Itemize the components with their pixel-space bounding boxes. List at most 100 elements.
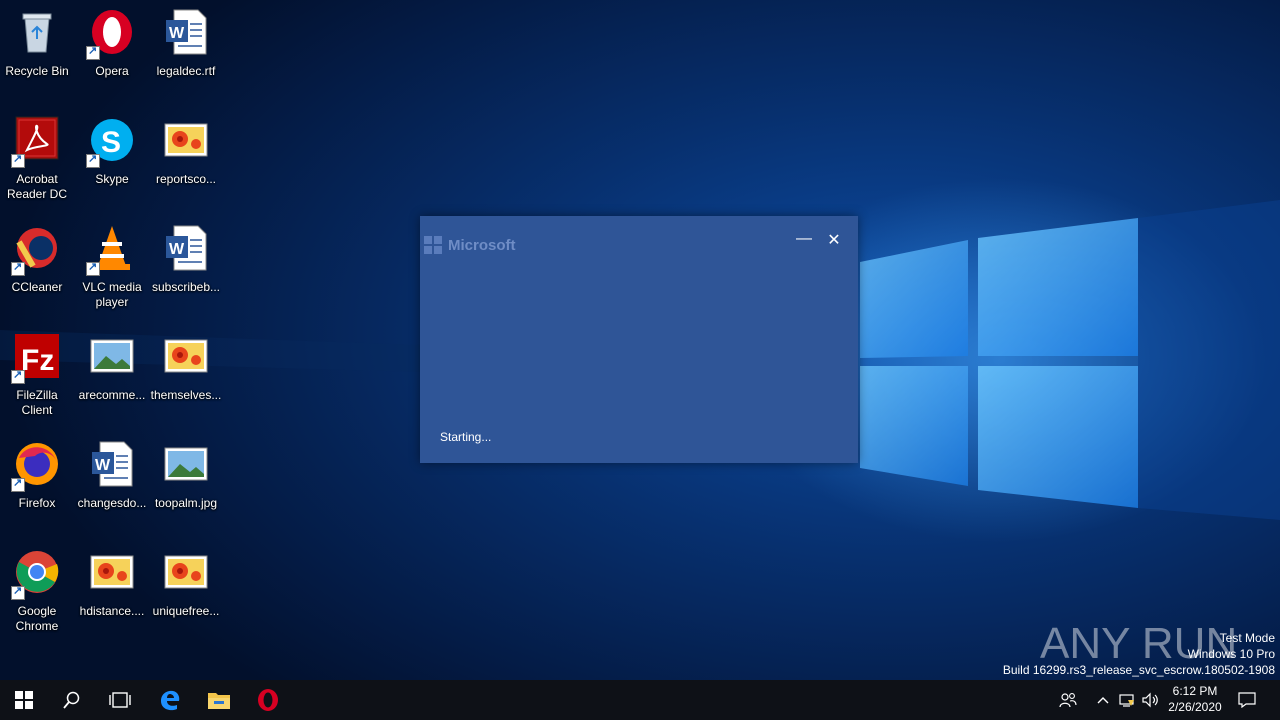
search-button[interactable] [48,680,96,720]
desktop-icon-label: hdistance.... [79,604,145,618]
word-document-icon: W [162,224,210,272]
notification-icon [1238,692,1256,708]
people-icon [1059,693,1077,708]
taskbar [0,680,1280,720]
volume-button[interactable] [1140,680,1162,720]
desktop-icon-reportsco[interactable]: reportsco... [149,116,223,187]
chevron-up-icon [1097,697,1109,704]
desktop-icon-label: Acrobat Reader DC [6,172,68,201]
close-button[interactable]: ✕ [824,232,844,250]
desktop-icon-vlc[interactable]: VLC media player [75,224,149,310]
svg-text:W: W [95,457,111,474]
dialog-brand-text: Microsoft [448,236,516,254]
desktop-icon-firefox[interactable]: Firefox [0,440,74,511]
desktop[interactable]: Recycle Bin Acrobat Reader DC CCleaner F… [0,0,1280,680]
clock-time: 6:12 PM [1172,684,1218,698]
taskbar-opera[interactable] [244,680,292,720]
desktop-icon-skype[interactable]: S Skype [75,116,149,187]
word-document-icon: W [162,8,210,56]
microsoft-logo-icon [424,236,442,254]
file-explorer-icon [208,693,230,709]
desktop-icon-label: subscribeb... [151,280,221,294]
svg-text:S: S [101,126,121,159]
search-icon [63,691,80,709]
desktop-icon-filezilla[interactable]: Fz FileZilla Client [0,332,74,418]
desktop-icon-label: FileZilla Client [16,388,58,417]
desktop-icon-label: CCleaner [11,280,63,294]
shortcut-arrow-icon [86,260,100,276]
minimize-button[interactable]: — [794,231,814,250]
volume-icon [1142,692,1158,708]
image-file-icon [162,548,210,596]
microsoft-splash-dialog[interactable]: Microsoft — ✕ Starting... [420,216,858,463]
start-icon [15,691,33,709]
task-view-button[interactable] [96,680,144,720]
firefox-icon [11,440,61,492]
watermark-line3: Build 16299.rs3_release_svc_escrow.18050… [1002,663,1275,677]
dialog-brand: Microsoft [424,236,516,254]
start-button[interactable] [0,680,48,720]
ccleaner-icon [11,224,61,276]
image-file-icon [162,332,210,380]
network-button[interactable] [1116,680,1138,720]
word-document-icon: W [88,440,136,488]
landscape-image-icon [162,440,210,488]
people-button[interactable] [1054,680,1082,720]
desktop-icon-acrobat[interactable]: Acrobat Reader DC [0,116,74,202]
desktop-icon-label: changesdo... [77,496,147,510]
svg-text:Fz: Fz [21,344,54,377]
desktop-icon-label: uniquefree... [152,604,220,618]
desktop-icon-themselves[interactable]: themselves... [149,332,223,403]
skype-icon: S [86,116,136,168]
task-view-icon [109,692,131,708]
status-text: Starting... [440,430,492,444]
desktop-icon-label: Opera [95,64,129,78]
clock[interactable]: 6:12 PM 2/26/2020 [1160,683,1230,715]
desktop-icon-arecomme[interactable]: arecomme... [75,332,149,403]
shortcut-arrow-icon [86,152,100,168]
desktop-icon-legaldec[interactable]: W legaldec.rtf [149,8,223,79]
desktop-icon-chrome[interactable]: Google Chrome [0,548,74,634]
watermark-line2: Windows 10 Pro [1187,647,1275,661]
desktop-icon-label: Google Chrome [15,604,59,633]
opera-icon [86,8,136,60]
desktop-icon-label: VLC media player [82,280,142,309]
shortcut-arrow-icon [11,368,25,384]
opera-icon [258,689,278,711]
desktop-icon-label: Firefox [18,496,56,510]
desktop-icon-label: themselves... [150,388,222,402]
desktop-icon-opera[interactable]: Opera [75,8,149,79]
watermark-line1: Test Mode [1219,631,1275,645]
shortcut-arrow-icon [11,260,25,276]
clock-date: 2/26/2020 [1168,700,1222,714]
vlc-icon [86,224,136,276]
chrome-icon [11,548,61,600]
notification-center-button[interactable] [1232,680,1262,720]
acrobat-icon [11,116,61,168]
desktop-icon-uniquefree[interactable]: uniquefree... [149,548,223,619]
test-mode-watermark: Test Mode Windows 10 Pro Build 16299.rs3… [1003,630,1275,678]
show-hidden-icons-button[interactable] [1092,680,1114,720]
desktop-icon-label: reportsco... [155,172,217,186]
recycle-bin-icon [13,8,61,56]
desktop-icon-label: Recycle Bin [5,64,69,78]
shortcut-arrow-icon [11,152,25,168]
desktop-icon-subscribeb[interactable]: W subscribeb... [149,224,223,295]
desktop-icon-toopalm[interactable]: toopalm.jpg [149,440,223,511]
desktop-icon-recycle-bin[interactable]: Recycle Bin [0,8,74,79]
desktop-icon-ccleaner[interactable]: CCleaner [0,224,74,295]
edge-icon [161,690,180,711]
desktop-icon-changesdo[interactable]: W changesdo... [75,440,149,511]
desktop-icon-label: legaldec.rtf [156,64,216,78]
desktop-icon-label: arecomme... [78,388,146,402]
taskbar-file-explorer[interactable] [195,680,243,720]
shortcut-arrow-icon [11,584,25,600]
landscape-image-icon [88,332,136,380]
taskbar-edge[interactable] [146,680,194,720]
svg-text:W: W [169,25,185,42]
shortcut-arrow-icon [86,44,100,60]
svg-text:W: W [169,241,185,258]
desktop-icon-hdistance[interactable]: hdistance.... [75,548,149,619]
image-file-icon [88,548,136,596]
shortcut-arrow-icon [11,476,25,492]
